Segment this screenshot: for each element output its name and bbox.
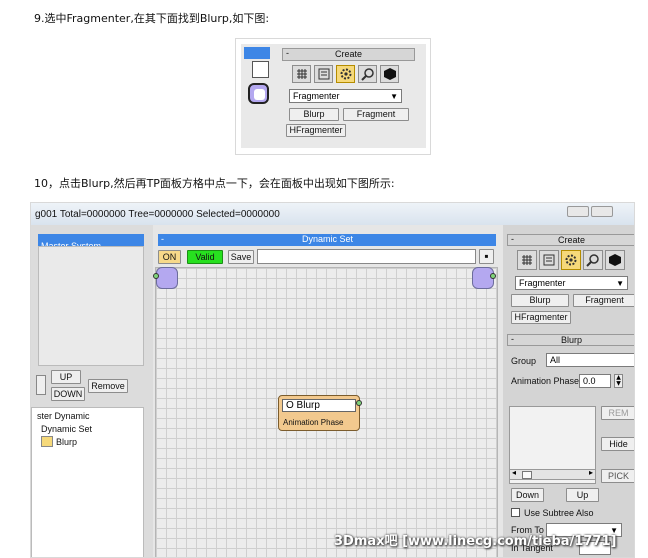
cube-icon[interactable] [380,65,399,83]
use-subtree-label: Use Subtree Also [524,508,594,518]
input-port[interactable] [153,273,159,279]
class-dropdown-2[interactable]: Fragmenter ▼ [515,276,628,290]
status-text: g001 Total=0000000 Tree=0000000 Selected… [35,209,280,220]
remove-object-button[interactable]: REM [601,406,634,420]
tree-item-master-dynamic[interactable]: ster Dynamic [37,411,90,421]
db-icon[interactable] [539,250,559,270]
up-button[interactable]: UP [51,370,81,384]
grid-icon[interactable] [292,65,311,83]
remove-button[interactable]: Remove [88,379,128,393]
tree-item-blurp[interactable]: Blurp [56,437,77,447]
blurp-rollout-header[interactable]: - Blurp [507,334,634,346]
blurp-button-2[interactable]: Blurp [511,294,569,307]
output-port[interactable] [490,273,496,279]
group-label: Group [511,356,537,366]
class-dropdown[interactable]: Fragmenter ▼ [289,89,402,103]
save-button[interactable]: Save [228,250,254,264]
hfragmenter-button-2[interactable]: HFragmenter [511,311,571,324]
on-toggle[interactable]: ON [158,250,181,264]
fragment-button-2[interactable]: Fragment [573,294,634,307]
restore-icon[interactable] [591,206,613,217]
blurp-node-title[interactable]: O Blurp [282,399,356,412]
status-bar: g001 Total=0000000 Tree=0000000 Selected… [31,203,634,225]
node-selected[interactable] [248,83,269,104]
step-9-text: 9.选中Fragmenter,在其下面找到Blurp,如下图: [34,12,270,25]
blurp-output-port[interactable] [356,400,362,406]
step-10-text: 10，点击Blurp,然后再TP面板方格中点一下，会在面板中出现如下图所示: [34,177,395,190]
object-list-scrollbar[interactable]: ◂ ▸ [509,468,596,480]
grid-icon[interactable] [517,250,537,270]
animation-phase-field[interactable]: 0.0 [579,374,611,388]
dynamic-tree[interactable]: ster Dynamic Dynamic Set Blurp [31,407,144,557]
create-rollout-header-2[interactable]: - Create [507,234,634,246]
blurp-node[interactable]: O Blurp Animation Phase [278,395,360,431]
magnifier-icon[interactable] [358,65,377,83]
create-rollout-header[interactable]: - Create [282,48,415,61]
group-dropdown[interactable]: All [546,353,634,367]
blurp-gear-icon [41,436,53,447]
magnifier-icon[interactable] [583,250,603,270]
animation-phase-port-label: Animation Phase [283,418,344,427]
create-icons-2 [517,250,625,270]
tree-item-dynamic-set[interactable]: Dynamic Set [41,424,92,434]
gear-icon[interactable] [336,65,355,83]
valid-indicator[interactable]: Valid [187,250,223,264]
watermark-text: 3Dmax吧 [www.linecg.com/tieba/1771] [334,534,617,549]
move-up-button[interactable]: Up [566,488,599,502]
left-stub-button[interactable] [36,375,46,395]
dynset-menu-button[interactable]: ▪ [479,249,494,264]
white-square [252,61,269,78]
master-list[interactable] [38,246,144,366]
gear-icon[interactable] [561,250,581,270]
pick-button[interactable]: PICK [601,469,634,483]
use-subtree-checkbox[interactable] [511,508,520,517]
animation-phase-label: Animation Phase [511,376,580,386]
hfragmenter-button[interactable]: HFragmenter [286,124,346,137]
hide-button[interactable]: Hide [601,437,634,451]
move-down-button[interactable]: Down [511,488,544,502]
blue-strip [244,47,270,59]
screenshot-tp-panel: g001 Total=0000000 Tree=0000000 Selected… [30,202,635,558]
fragment-button[interactable]: Fragment [343,108,409,121]
db-icon[interactable] [314,65,333,83]
dynset-name-field[interactable] [257,249,476,264]
blurp-button[interactable]: Blurp [289,108,339,121]
minimize-icon[interactable] [567,206,589,217]
cube-icon[interactable] [605,250,625,270]
input-node[interactable] [156,267,178,289]
animation-phase-spinner[interactable]: ▲ ▼ [614,374,623,388]
down-button[interactable]: DOWN [51,387,85,401]
create-icons [292,65,399,83]
screenshot-create-panel: - Create Fragmenter ▼ Blurp Fragment HFrag… [235,38,431,155]
dynamic-set-header: - Dynamic Set [158,234,496,246]
master-system-header: Master System [38,234,144,251]
